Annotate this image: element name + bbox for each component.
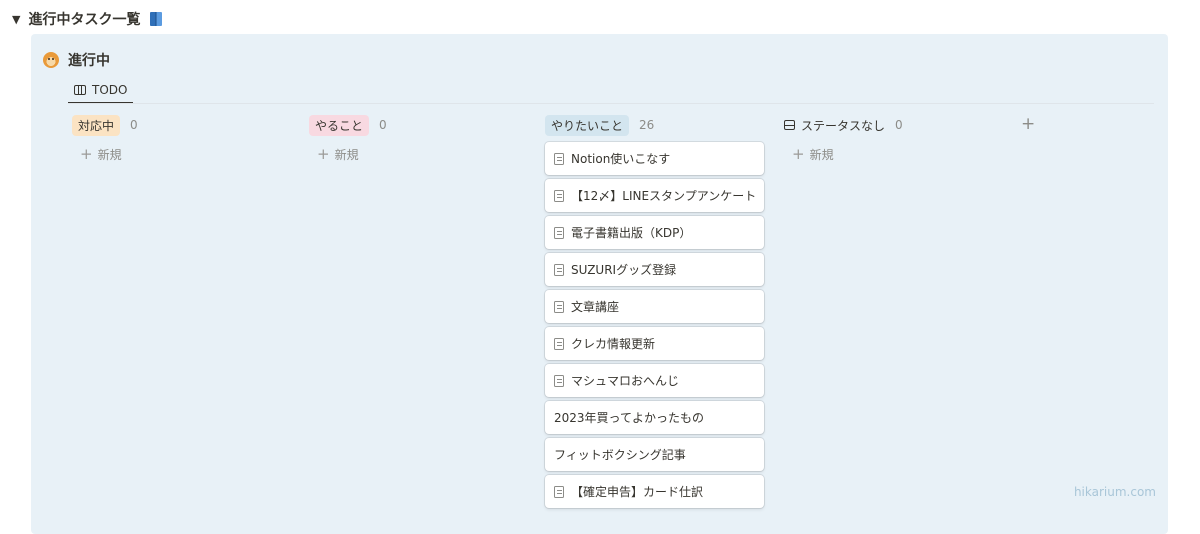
inbox-icon xyxy=(784,120,795,130)
new-card-label: 新規 xyxy=(334,148,359,162)
plus-icon: + xyxy=(792,145,805,163)
page-icon xyxy=(554,152,564,165)
card-title: クレカ情報更新 xyxy=(571,337,656,351)
card-title: SUZURIグッズ登録 xyxy=(571,263,677,277)
no-status-text: ステータスなし xyxy=(801,118,886,133)
toggle-title: 進行中タスク一覧 xyxy=(28,12,141,28)
card[interactable]: マシュマロおへんじ xyxy=(545,364,764,397)
column-count: 0 xyxy=(130,118,138,132)
callout-title: 進行中 xyxy=(43,50,110,70)
column-taiouchuu: 対応中 0 + 新規 xyxy=(72,114,294,163)
tab-todo[interactable]: TODO xyxy=(68,78,134,104)
new-card-button[interactable]: + 新規 xyxy=(784,146,1006,163)
new-card-label: 新規 xyxy=(809,148,834,162)
card-list: Notion使いこなす 【12〆】LINEスタンプアンケート 電子書籍出版（KD… xyxy=(545,142,767,508)
card[interactable]: クレカ情報更新 xyxy=(545,327,764,360)
plus-icon: + xyxy=(80,145,93,163)
column-header[interactable]: 対応中 0 xyxy=(72,114,294,136)
card-title: マシュマロおへんじ xyxy=(571,374,680,388)
new-card-button[interactable]: + 新規 xyxy=(309,146,531,163)
tiger-icon xyxy=(43,52,59,68)
card-title: 【確定申告】カード仕訳 xyxy=(571,485,704,499)
new-card-label: 新規 xyxy=(97,148,122,162)
card-title: 文章講座 xyxy=(571,300,620,314)
board-icon xyxy=(74,85,86,95)
column-count: 0 xyxy=(379,118,387,132)
card[interactable]: 【確定申告】カード仕訳 xyxy=(545,475,764,508)
page-icon xyxy=(554,300,564,313)
card[interactable]: Notion使いこなす xyxy=(545,142,764,175)
callout-title-text: 進行中 xyxy=(68,53,110,69)
card[interactable]: 文章講座 xyxy=(545,290,764,323)
new-card-button[interactable]: + 新規 xyxy=(72,146,294,163)
card-title: Notion使いこなす xyxy=(571,152,671,166)
card[interactable]: 電子書籍出版（KDP） xyxy=(545,216,764,249)
column-header[interactable]: やること 0 xyxy=(309,114,531,136)
tab-divider xyxy=(68,103,1154,104)
page-icon xyxy=(554,485,564,498)
no-status-label: ステータスなし xyxy=(784,117,885,134)
tab-todo-label: TODO xyxy=(92,83,128,97)
card-title: 【12〆】LINEスタンプアンケート xyxy=(571,189,757,203)
page-icon xyxy=(554,189,564,202)
callout-board: 進行中 TODO 対応中 0 + 新規 やること 0 + 新規 やりたいこと 2… xyxy=(31,34,1168,534)
watermark: hikarium.com xyxy=(1073,485,1156,499)
toggle-header[interactable]: ▼ 進行中タスク一覧 xyxy=(12,9,163,29)
card[interactable]: SUZURIグッズ登録 xyxy=(545,253,764,286)
card-title: フィットボクシング記事 xyxy=(554,448,686,462)
column-header[interactable]: ステータスなし 0 xyxy=(784,114,1006,136)
column-yaritaikoto: やりたいこと 26 Notion使いこなす 【12〆】LINEスタンプアンケート… xyxy=(545,114,767,508)
page-icon xyxy=(554,263,564,276)
toggle-triangle-icon[interactable]: ▼ xyxy=(12,13,20,26)
plus-icon: + xyxy=(317,145,330,163)
card[interactable]: 2023年買ってよかったもの xyxy=(545,401,764,434)
page-icon xyxy=(554,337,564,350)
column-count: 0 xyxy=(895,118,903,132)
page-icon xyxy=(554,226,564,239)
column-no-status: ステータスなし 0 + 新規 xyxy=(784,114,1006,163)
card[interactable]: フィットボクシング記事 xyxy=(545,438,764,471)
add-group-button[interactable]: + xyxy=(1021,114,1035,134)
column-yarukoto: やること 0 + 新規 xyxy=(309,114,531,163)
card[interactable]: 【12〆】LINEスタンプアンケート xyxy=(545,179,764,212)
page-icon xyxy=(554,374,564,387)
card-title: 電子書籍出版（KDP） xyxy=(571,226,692,240)
column-count: 26 xyxy=(639,118,655,132)
book-icon xyxy=(150,12,163,26)
status-pill-yaritaikoto: やりたいこと xyxy=(545,114,630,136)
status-pill-yarukoto: やること xyxy=(309,114,370,136)
column-header[interactable]: やりたいこと 26 xyxy=(545,114,767,136)
status-pill-taiouchuu: 対応中 xyxy=(72,114,121,136)
card-title: 2023年買ってよかったもの xyxy=(554,411,704,425)
